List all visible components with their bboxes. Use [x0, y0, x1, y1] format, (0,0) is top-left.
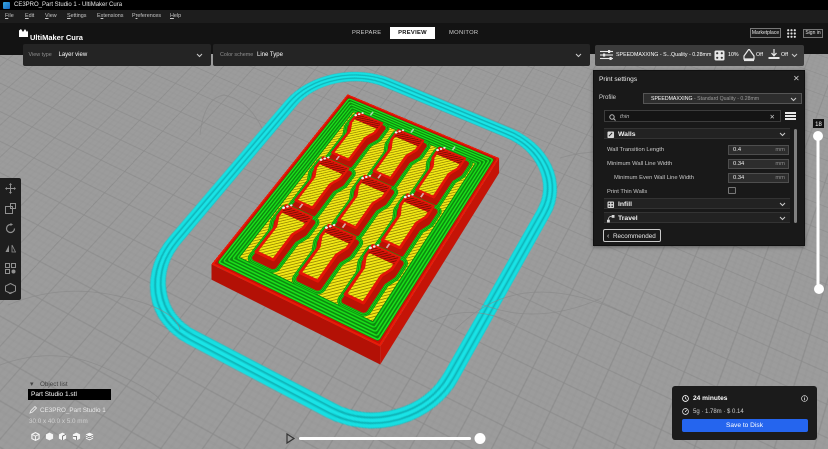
svg-text:18: 18: [815, 122, 822, 128]
